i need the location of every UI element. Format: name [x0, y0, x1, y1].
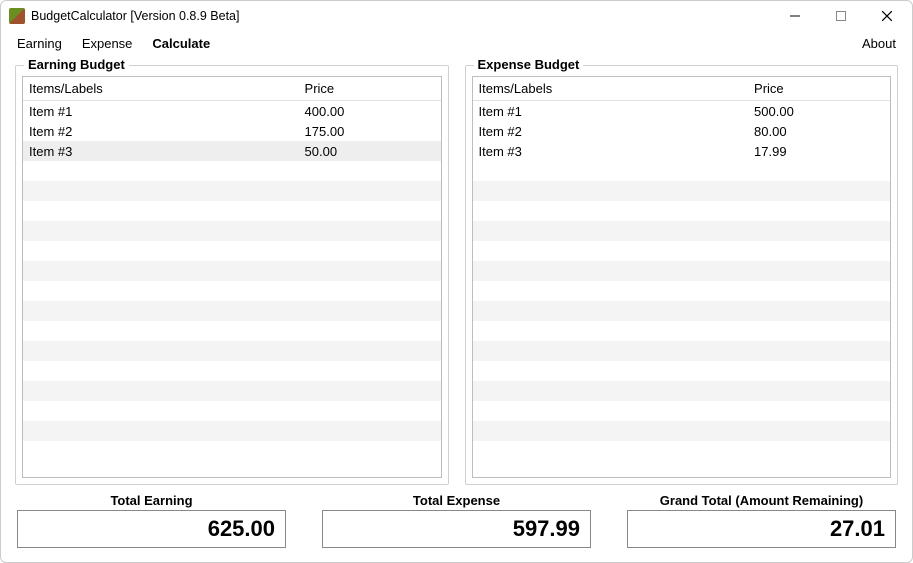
grand-total-caption: Grand Total (Amount Remaining): [627, 493, 896, 508]
app-icon: [9, 8, 25, 24]
expense-col-label[interactable]: Items/Labels: [473, 78, 749, 99]
grand-total-value: 27.01: [627, 510, 896, 548]
cell-price: 175.00: [299, 123, 441, 140]
table-row[interactable]: [23, 161, 441, 181]
table-row[interactable]: [473, 401, 891, 421]
table-row[interactable]: [23, 181, 441, 201]
table-row[interactable]: [473, 321, 891, 341]
table-row[interactable]: [23, 381, 441, 401]
table-row[interactable]: [473, 361, 891, 381]
table-row[interactable]: [23, 201, 441, 221]
table-row[interactable]: [473, 341, 891, 361]
expense-col-price[interactable]: Price: [748, 78, 890, 99]
cell-label: Item #3: [473, 143, 749, 160]
table-row[interactable]: [473, 201, 891, 221]
expense-listview[interactable]: Items/Labels Price Item #1 500.00 Item #…: [472, 76, 892, 478]
table-row[interactable]: [473, 281, 891, 301]
table-row[interactable]: Item #1 500.00: [473, 101, 891, 121]
earning-col-label[interactable]: Items/Labels: [23, 78, 299, 99]
total-earning-caption: Total Earning: [17, 493, 286, 508]
table-row[interactable]: [473, 421, 891, 441]
table-row[interactable]: [23, 321, 441, 341]
maximize-button[interactable]: [818, 1, 864, 31]
cell-price: 50.00: [299, 143, 441, 160]
cell-label: Item #1: [23, 103, 299, 120]
table-row[interactable]: Item #3 17.99: [473, 141, 891, 161]
earning-header: Items/Labels Price: [23, 77, 441, 101]
window-title: BudgetCalculator [Version 0.8.9 Beta]: [31, 9, 239, 23]
table-row[interactable]: [23, 281, 441, 301]
table-row[interactable]: [473, 261, 891, 281]
totals-row: Total Earning 625.00 Total Expense 597.9…: [15, 493, 898, 552]
cell-price: 80.00: [748, 123, 890, 140]
expense-groupbox: Expense Budget Items/Labels Price Item #…: [465, 65, 899, 485]
cell-price: 17.99: [748, 143, 890, 160]
cell-price: 500.00: [748, 103, 890, 120]
content-area: Earning Budget Items/Labels Price Item #…: [1, 55, 912, 562]
table-row[interactable]: [23, 261, 441, 281]
earning-groupbox: Earning Budget Items/Labels Price Item #…: [15, 65, 449, 485]
table-row[interactable]: [23, 421, 441, 441]
cell-label: Item #2: [23, 123, 299, 140]
cell-label: Item #3: [23, 143, 299, 160]
table-row[interactable]: Item #1 400.00: [23, 101, 441, 121]
table-row[interactable]: [473, 221, 891, 241]
cell-price: 400.00: [299, 103, 441, 120]
minimize-button[interactable]: [772, 1, 818, 31]
table-row[interactable]: [473, 181, 891, 201]
close-icon: [882, 11, 892, 21]
close-button[interactable]: [864, 1, 910, 31]
total-expense-caption: Total Expense: [322, 493, 591, 508]
expense-rows: Item #1 500.00 Item #2 80.00 Item #3 17.…: [473, 101, 891, 477]
table-row[interactable]: [23, 361, 441, 381]
expense-legend: Expense Budget: [474, 57, 584, 72]
cell-label: Item #2: [473, 123, 749, 140]
table-row[interactable]: [473, 161, 891, 181]
table-row[interactable]: [23, 301, 441, 321]
total-earning: Total Earning 625.00: [17, 493, 286, 548]
total-expense: Total Expense 597.99: [322, 493, 591, 548]
maximize-icon: [836, 11, 846, 21]
menu-expense[interactable]: Expense: [72, 31, 143, 55]
table-row[interactable]: [23, 401, 441, 421]
table-row[interactable]: Item #2 80.00: [473, 121, 891, 141]
grand-total: Grand Total (Amount Remaining) 27.01: [627, 493, 896, 548]
table-row[interactable]: [23, 341, 441, 361]
earning-listview[interactable]: Items/Labels Price Item #1 400.00 Item #…: [22, 76, 442, 478]
table-row[interactable]: [473, 241, 891, 261]
app-window: BudgetCalculator [Version 0.8.9 Beta] Ea…: [0, 0, 913, 563]
table-row[interactable]: Item #2 175.00: [23, 121, 441, 141]
earning-col-price[interactable]: Price: [299, 78, 441, 99]
menu-about[interactable]: About: [852, 31, 906, 55]
earning-legend: Earning Budget: [24, 57, 129, 72]
table-row[interactable]: [473, 301, 891, 321]
table-row[interactable]: [23, 221, 441, 241]
cell-label: Item #1: [473, 103, 749, 120]
total-expense-value: 597.99: [322, 510, 591, 548]
table-row[interactable]: [23, 441, 441, 461]
table-row[interactable]: Item #3 50.00: [23, 141, 441, 161]
menubar: Earning Expense Calculate About: [1, 31, 912, 55]
menu-earning[interactable]: Earning: [7, 31, 72, 55]
table-row[interactable]: [473, 381, 891, 401]
panels-row: Earning Budget Items/Labels Price Item #…: [15, 65, 898, 485]
total-earning-value: 625.00: [17, 510, 286, 548]
titlebar[interactable]: BudgetCalculator [Version 0.8.9 Beta]: [1, 1, 912, 31]
minimize-icon: [790, 11, 800, 21]
menu-calculate[interactable]: Calculate: [142, 31, 220, 55]
expense-header: Items/Labels Price: [473, 77, 891, 101]
table-row[interactable]: [473, 441, 891, 461]
earning-rows: Item #1 400.00 Item #2 175.00 Item #3 50…: [23, 101, 441, 477]
table-row[interactable]: [23, 241, 441, 261]
